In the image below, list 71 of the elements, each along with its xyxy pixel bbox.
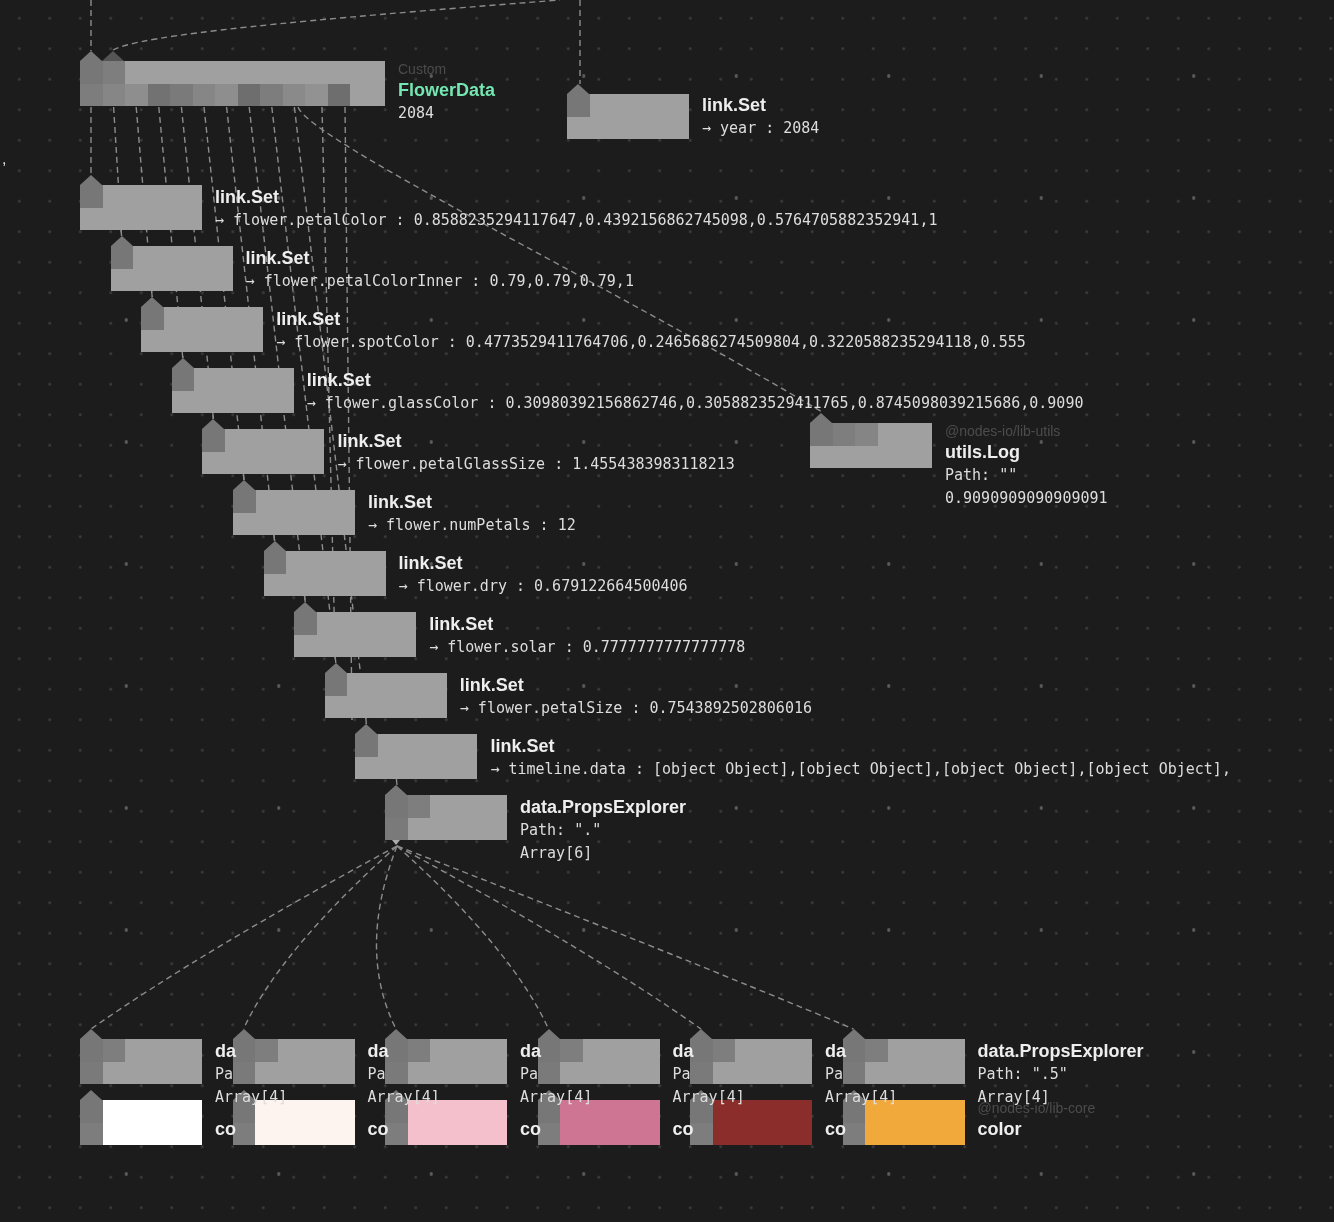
graph-node[interactable] (810, 413, 932, 468)
node-title: link.Set (215, 186, 280, 209)
node-value: Array[6] (520, 843, 593, 864)
node-title: da (520, 1040, 541, 1063)
graph-node[interactable] (141, 297, 264, 352)
node-path: Pa (825, 1064, 844, 1085)
graph-node[interactable] (355, 724, 478, 779)
node-title: da (825, 1040, 846, 1063)
node-output: → flower.solar : 0.7777777777777778 (429, 637, 746, 658)
node-title: co (367, 1118, 389, 1141)
node-output: → flower.spotColor : 0.4773529411764706,0.2465686274509804,0.3220588235294118,0.555 (276, 332, 1026, 353)
node-title: da (672, 1040, 694, 1063)
node-output: → flower.petalColor : 0.8588235294117647,0.4392156862745098,0.5764705882352941,1 (215, 210, 938, 231)
link-line (90, 0, 92, 52)
link-line (395, 778, 398, 786)
node-path: Pa (672, 1064, 691, 1085)
node-value: Array[4] (825, 1087, 898, 1108)
node-value: 0.9090909090909091 (945, 488, 1108, 509)
node-title: link.Set (702, 94, 767, 117)
node-path: Path: "." (520, 820, 602, 841)
node-output: → flower.petalColorInner : 0.79,0.79,0.79,1 (245, 271, 634, 292)
node-path: Path: ".5" (977, 1064, 1068, 1085)
node-title: link.Set (276, 308, 341, 331)
color-node[interactable] (80, 1090, 202, 1145)
node-title: link.Set (337, 430, 402, 453)
node-title: data.PropsExplorer (977, 1040, 1144, 1063)
edge-text: , (2, 150, 7, 168)
node-title: link.Set (398, 552, 463, 575)
graph-node[interactable] (80, 1029, 202, 1084)
node-title: color (977, 1118, 1022, 1141)
node-output: → flower.petalGlassSize : 1.4554383983118213 (337, 454, 735, 475)
node-path: Pa (367, 1064, 386, 1085)
graph-node[interactable] (80, 51, 385, 106)
node-title: link.Set (459, 674, 524, 697)
node-output: → flower.petalSize : 0.7543892502806016 (459, 698, 812, 719)
node-path: Pa (520, 1064, 539, 1085)
node-output: → flower.numPetals : 12 (368, 515, 576, 536)
node-value: 2084 (398, 103, 435, 124)
link-line (90, 106, 92, 176)
node-title: data.PropsExplorer (520, 796, 687, 819)
graph-node[interactable] (263, 541, 386, 596)
graph-node[interactable] (110, 236, 233, 291)
node-title: da (367, 1040, 389, 1063)
node-path: Path: "" (945, 465, 1018, 486)
graph-node[interactable] (324, 663, 447, 718)
node-output: → flower.glassColor : 0.30980392156862746,0.3058823529411765,0.8745098039215686,0.9090 (306, 393, 1084, 414)
node-title: link.Set (490, 735, 555, 758)
node-output: → timeline.data : [object Object],[object Object],[object Object],[object Object], (490, 759, 1231, 780)
node-path: Pa (215, 1064, 234, 1085)
node-title: link.Set (368, 491, 433, 514)
graph-node[interactable] (80, 175, 202, 230)
node-value: Array[4] (672, 1087, 745, 1108)
node-value: Array[4] (520, 1087, 593, 1108)
node-title: link.Set (245, 247, 310, 270)
node-title: da (215, 1040, 236, 1063)
graph-node[interactable] (385, 785, 507, 845)
graph-node[interactable] (294, 602, 417, 657)
graph-node[interactable] (171, 358, 294, 413)
node-title: co (215, 1118, 236, 1141)
graph-node[interactable] (233, 480, 355, 535)
node-output: → year : 2084 (702, 118, 820, 139)
node-title: utils.Log (945, 441, 1020, 464)
node-title: FlowerData (398, 79, 496, 102)
graph-node[interactable] (202, 419, 325, 474)
graph-node[interactable] (567, 84, 689, 139)
node-title: co (520, 1118, 541, 1141)
node-output: → flower.dry : 0.679122664500406 (398, 576, 688, 597)
node-title: link.Set (429, 613, 494, 636)
node-title: co (672, 1118, 694, 1141)
node-title: co (825, 1118, 846, 1141)
node-title: link.Set (306, 369, 371, 392)
